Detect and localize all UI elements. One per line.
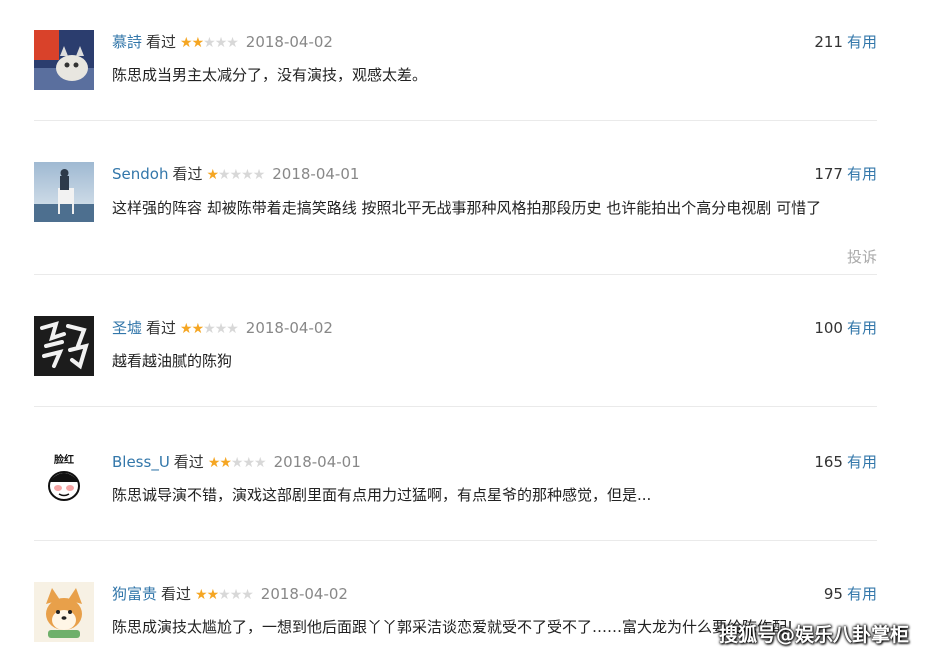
watched-label: 看过 <box>172 165 203 183</box>
report-button[interactable]: 投诉 <box>847 246 877 267</box>
vote-count: 165 有用 <box>814 450 877 474</box>
rating-stars: ★★★★★ <box>180 35 239 51</box>
rating-stars: ★★★★★ <box>207 455 267 471</box>
shiba-dog-avatar[interactable] <box>34 582 94 642</box>
username-link[interactable]: 圣墟 <box>112 319 142 337</box>
useful-button[interactable]: 有用 <box>847 165 877 183</box>
vote-number: 177 <box>814 165 843 183</box>
rating-stars: ★★★★★ <box>206 167 265 183</box>
username-link[interactable]: 慕詩 <box>112 33 142 51</box>
review-date: 2018-04-02 <box>260 585 348 603</box>
calligraphy-avatar[interactable] <box>34 316 94 376</box>
watched-label: 看过 <box>173 453 204 471</box>
username-link[interactable]: Bless_U <box>112 453 170 471</box>
cat-photo-avatar[interactable] <box>34 30 94 90</box>
review-header: 圣墟 看过 ★★★★★ 2018-04-02 <box>112 316 877 340</box>
useful-button[interactable]: 有用 <box>847 33 877 51</box>
vote-number: 100 <box>814 319 843 337</box>
review-item: 圣墟 看过 ★★★★★ 2018-04-02 100 有用 越看越油腻的陈狗 <box>34 316 877 407</box>
review-date: 2018-04-02 <box>245 33 333 51</box>
review-text: 这样强的阵容 却被陈带着走搞笑路线 按照北平无战事那种风格拍那段历史 也许能拍出… <box>112 199 822 217</box>
useful-button[interactable]: 有用 <box>847 453 877 471</box>
review-header: 狗富贵 看过 ★★★★★ 2018-04-02 <box>112 582 877 606</box>
useful-button[interactable]: 有用 <box>847 319 877 337</box>
watermark-text: 搜狐号@娱乐八卦掌柜 <box>718 624 909 646</box>
username-link[interactable]: 狗富贵 <box>112 585 157 603</box>
review-text: 陈思诚导演不错，演戏这部剧里面有点用力过猛啊，有点星爷的那种感觉，但是... <box>112 486 652 504</box>
vote-number: 165 <box>814 453 843 471</box>
review-header: Sendoh 看过 ★★★★★ 2018-04-01 <box>112 162 877 186</box>
username-link[interactable]: Sendoh <box>112 165 168 183</box>
cartoon-face-avatar[interactable]: 脸红 <box>34 450 94 510</box>
review-item: 脸红 Bless_U 看过 ★★★★★ 2018-04-01 165 有用 陈思诚导演不… <box>34 450 877 541</box>
rating-stars: ★★★★★ <box>180 321 239 337</box>
vote-count: 100 有用 <box>814 316 877 340</box>
rating-stars: ★★★★★ <box>195 587 254 603</box>
review-text: 陈思成当男主太减分了，没有演技，观感太差。 <box>112 66 428 84</box>
vote-count: 211 有用 <box>814 30 877 54</box>
vote-number: 211 <box>814 33 843 51</box>
person-on-chair-avatar[interactable] <box>34 162 94 222</box>
vote-number: 95 <box>823 585 843 603</box>
review-date: 2018-04-02 <box>245 319 333 337</box>
review-item: Sendoh 看过 ★★★★★ 2018-04-01 177 有用 这样强的阵容 却被陈… <box>34 162 877 275</box>
watched-label: 看过 <box>161 585 192 603</box>
vote-count: 95 有用 <box>824 582 877 606</box>
review-text: 越看越油腻的陈狗 <box>112 352 233 370</box>
review-item: 慕詩 看过 ★★★★★ 2018-04-02 211 有用 陈思成当男主太减分了，没有演… <box>34 30 877 121</box>
watched-label: 看过 <box>146 33 177 51</box>
review-header: Bless_U 看过 ★★★★★ 2018-04-01 <box>112 450 877 474</box>
watched-label: 看过 <box>146 319 177 337</box>
review-header: 慕詩 看过 ★★★★★ 2018-04-02 <box>112 30 877 54</box>
review-date: 2018-04-01 <box>272 165 360 183</box>
useful-button[interactable]: 有用 <box>847 585 877 603</box>
vote-count: 177 有用 <box>814 162 877 186</box>
review-date: 2018-04-01 <box>273 453 361 471</box>
